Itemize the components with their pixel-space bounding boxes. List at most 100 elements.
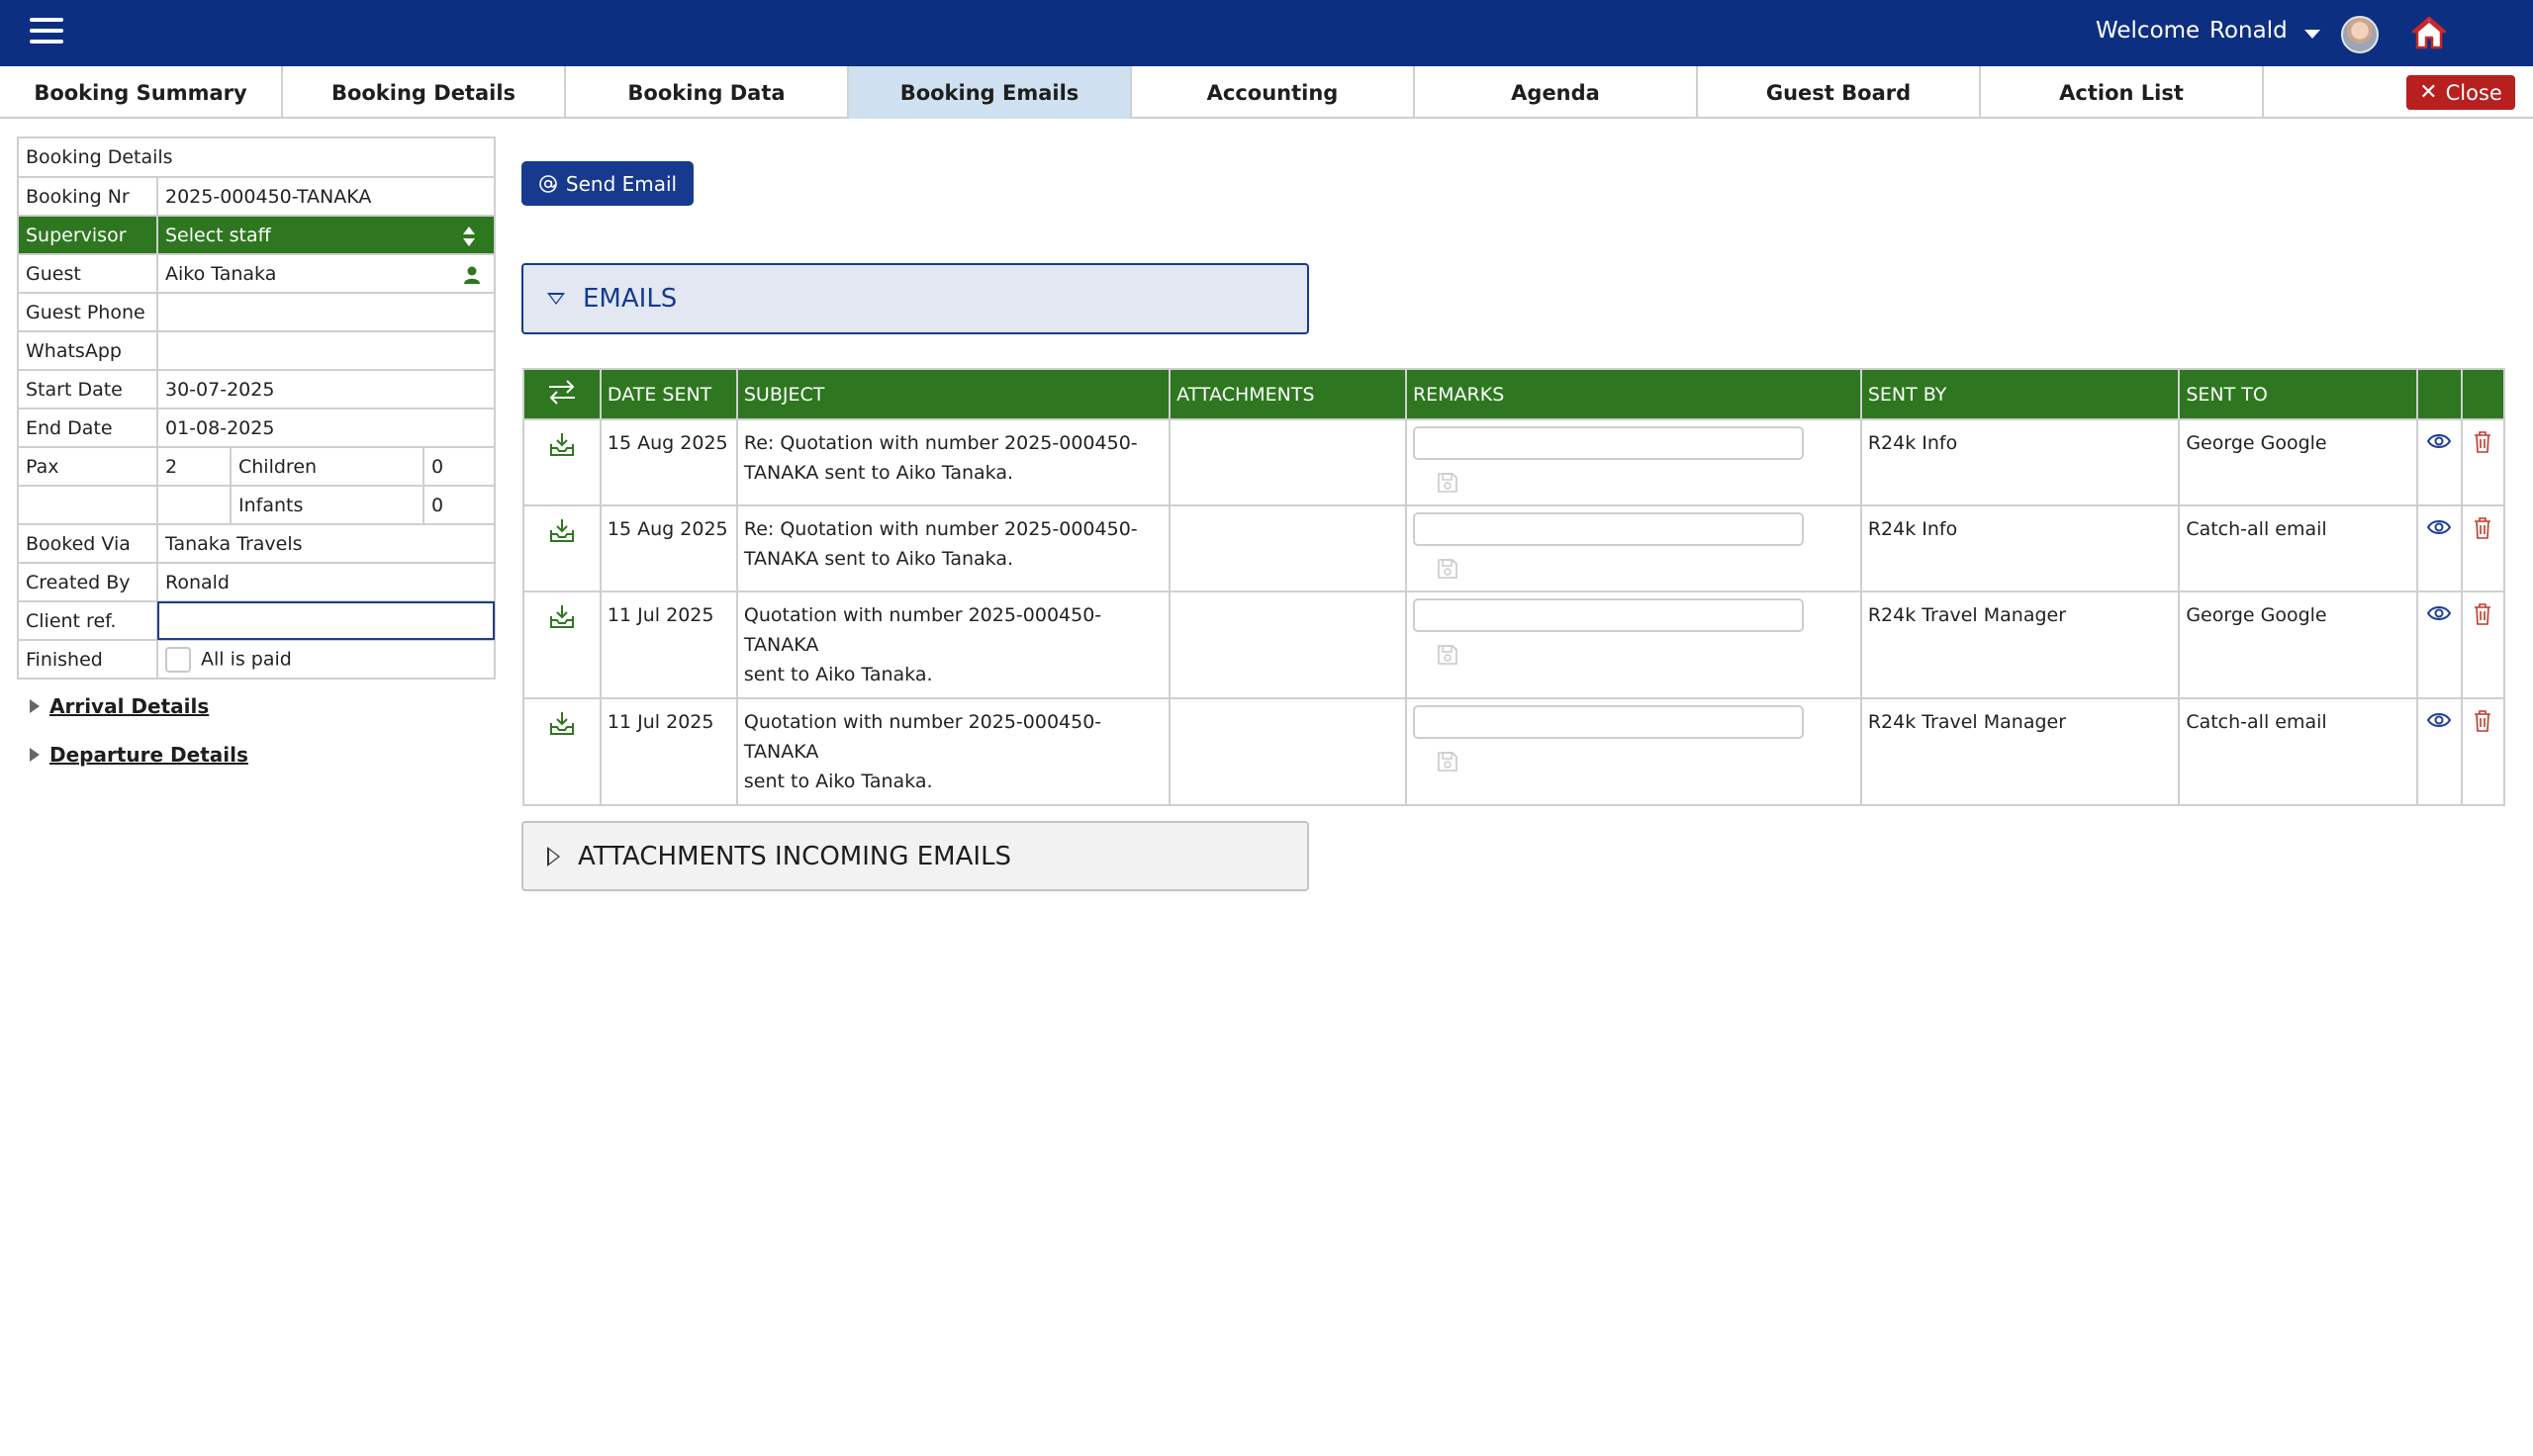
inbox-download-icon[interactable]	[548, 430, 576, 458]
sent-by-cell: R24k Travel Manager	[1859, 591, 2181, 699]
delete-cell	[2460, 697, 2506, 806]
sent-to-header[interactable]: SENT TO	[2178, 368, 2418, 420]
guest-value: Aiko Tanaka	[165, 262, 277, 285]
supervisor-value: Select staff	[165, 224, 271, 246]
all-paid-field: All is paid	[156, 639, 496, 680]
supervisor-label: Supervisor	[17, 215, 158, 255]
subject-cell: Quotation with number 2025-000450-TANAKA…	[735, 591, 1172, 699]
subject-line-2: sent to Aiko Tanaka.	[743, 664, 933, 685]
remarks-input[interactable]	[1412, 426, 1804, 460]
all-paid-checkbox[interactable]	[165, 646, 191, 673]
guest-label: Guest	[17, 253, 158, 294]
tab-guest-board[interactable]: Guest Board	[1698, 66, 1981, 119]
inbox-download-icon[interactable]	[548, 602, 576, 630]
sent-by-cell: R24k Travel Manager	[1859, 697, 2181, 806]
save-icon[interactable]	[1437, 472, 1458, 494]
date-sent-header[interactable]: DATE SENT	[599, 368, 738, 420]
eye-icon[interactable]	[2427, 517, 2452, 537]
user-name[interactable]: Ronald	[2209, 18, 2288, 44]
tab-action-list[interactable]: Action List	[1981, 66, 2264, 119]
avatar[interactable]	[2341, 16, 2379, 53]
created-by-label: Created By	[17, 562, 158, 602]
booking-nr-label: Booking Nr	[17, 176, 158, 217]
inbox-download-icon[interactable]	[548, 516, 576, 544]
arrival-details-toggle[interactable]: Arrival Details	[30, 694, 209, 718]
sent-to-cell: George Google	[2178, 418, 2418, 506]
start-date-label: Start Date	[17, 369, 158, 410]
whatsapp-value	[156, 330, 496, 371]
save-icon[interactable]	[1437, 644, 1458, 666]
menu-icon[interactable]	[30, 18, 63, 47]
tab-accounting[interactable]: Accounting	[1132, 66, 1415, 119]
chevron-down-icon	[547, 293, 565, 305]
send-email-button[interactable]: Send Email	[521, 161, 694, 206]
person-icon[interactable]	[462, 265, 482, 285]
trash-icon[interactable]	[2473, 430, 2492, 454]
emails-panel-title: EMAILS	[583, 284, 678, 314]
delete-cell	[2460, 504, 2506, 592]
chevron-right-icon	[30, 699, 40, 713]
remarks-header[interactable]: REMARKS	[1404, 368, 1862, 420]
infants-spacer	[156, 485, 232, 525]
attachments-header[interactable]: ATTACHMENTS	[1169, 368, 1407, 420]
tab-booking-details[interactable]: Booking Details	[283, 66, 566, 119]
booking-nr-value: 2025-000450-TANAKA	[156, 176, 496, 217]
trash-icon[interactable]	[2473, 709, 2492, 733]
swap-column-header[interactable]	[522, 368, 602, 420]
save-icon[interactable]	[1437, 751, 1458, 773]
eye-icon[interactable]	[2427, 603, 2452, 623]
row-icon-cell	[522, 591, 602, 699]
pax-value: 2	[156, 446, 232, 487]
departure-details-toggle[interactable]: Departure Details	[30, 743, 248, 767]
close-button[interactable]: ✕ Close	[2406, 75, 2515, 110]
remarks-input[interactable]	[1412, 598, 1804, 632]
guest-field[interactable]: Aiko Tanaka	[156, 253, 496, 294]
delete-cell	[2460, 591, 2506, 699]
top-bar: Welcome Ronald	[0, 0, 2533, 66]
tab-agenda[interactable]: Agenda	[1415, 66, 1698, 119]
at-icon	[539, 174, 557, 193]
subject-header[interactable]: SUBJECT	[735, 368, 1172, 420]
guest-phone-value	[156, 292, 496, 332]
sent-by-header[interactable]: SENT BY	[1859, 368, 2181, 420]
subject-line-1: Re: Quotation with number 2025-000450-	[743, 432, 1138, 454]
client-ref-input[interactable]	[156, 600, 496, 641]
sort-arrows-icon	[463, 227, 475, 246]
tab-booking-data[interactable]: Booking Data	[566, 66, 849, 119]
end-date-label: End Date	[17, 408, 158, 448]
attachments-cell	[1169, 591, 1407, 699]
chevron-down-icon[interactable]	[2300, 22, 2324, 46]
view-cell	[2415, 591, 2463, 699]
trash-icon[interactable]	[2473, 516, 2492, 540]
remarks-input[interactable]	[1412, 512, 1804, 546]
children-value: 0	[422, 446, 496, 487]
save-icon[interactable]	[1437, 558, 1458, 580]
tab-booking-emails[interactable]: Booking Emails	[849, 66, 1132, 119]
inbox-download-icon[interactable]	[548, 709, 576, 737]
booking-details-table: Booking Details Booking Nr 2025-000450-T…	[17, 136, 496, 680]
tab-booking-summary[interactable]: Booking Summary	[0, 66, 283, 119]
chevron-right-icon	[30, 748, 40, 762]
attachments-panel-header[interactable]: ATTACHMENTS INCOMING EMAILS	[521, 821, 1309, 891]
sent-to-cell: Catch-all email	[2178, 504, 2418, 592]
emails-panel-header[interactable]: EMAILS	[521, 263, 1309, 334]
subject-cell: Re: Quotation with number 2025-000450- TA…	[735, 418, 1172, 506]
date-sent-cell: 11 Jul 2025	[599, 591, 738, 699]
eye-icon[interactable]	[2427, 431, 2452, 451]
supervisor-select[interactable]: Select staff	[156, 215, 496, 255]
home-icon[interactable]	[2410, 14, 2448, 51]
booked-via-value: Tanaka Travels	[156, 523, 496, 564]
remarks-cell	[1404, 504, 1862, 592]
eye-icon[interactable]	[2427, 710, 2452, 730]
subject-line-2: TANAKA sent to Aiko Tanaka.	[743, 462, 1014, 484]
subject-line-1: Re: Quotation with number 2025-000450-	[743, 518, 1138, 540]
attachments-cell	[1169, 697, 1407, 806]
trash-icon[interactable]	[2473, 602, 2492, 626]
remarks-input[interactable]	[1412, 705, 1804, 739]
infants-label: Infants	[230, 485, 424, 525]
row-icon-cell	[522, 504, 602, 592]
attachments-panel-title: ATTACHMENTS INCOMING EMAILS	[578, 841, 1012, 871]
infants-value: 0	[422, 485, 496, 525]
remarks-cell	[1404, 591, 1862, 699]
subject-cell: Re: Quotation with number 2025-000450- TA…	[735, 504, 1172, 592]
